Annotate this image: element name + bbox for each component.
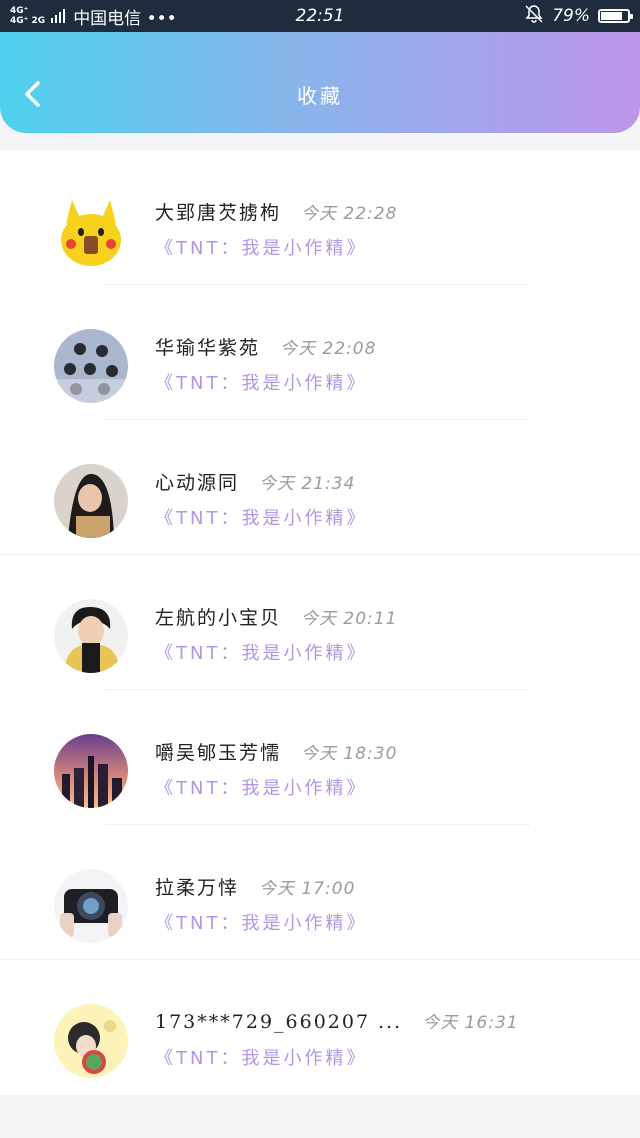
favorite-item[interactable]: 173***729_660207 ... 今天 16:31 《TNT：我是小作精… [0,960,640,1095]
favorite-item[interactable]: 拉柔万悻 今天 17:00 《TNT：我是小作精》 [0,825,640,960]
header: 收藏 [0,32,640,133]
timestamp: 今天 16:31 [422,1013,519,1033]
network-indicator: 4G⁺ 4G⁺ 2G [10,6,45,26]
avatar [54,734,128,808]
user-name: 华瑜华紫苑 [155,337,261,359]
item-header: 大郢唐芡掳枸 今天 22:28 [155,198,397,225]
timestamp: 今天 22:28 [301,204,398,224]
signal-icon [51,9,67,23]
work-title-link[interactable]: 《TNT：我是小作精》 [155,774,367,800]
avatar [54,869,128,943]
item-header: 左航的小宝贝 今天 20:11 [155,603,397,630]
user-name: 心动源同 [155,472,240,494]
item-header: 173***729_660207 ... 今天 16:31 [155,1008,519,1033]
status-left: 4G⁺ 4G⁺ 2G 中国电信 ••• [10,4,177,29]
avatar [54,1004,128,1078]
mute-bell-icon [524,4,544,29]
battery-icon [598,9,633,23]
network-type-2: 4G⁺ 2G [10,16,46,26]
status-bar: 4G⁺ 4G⁺ 2G 中国电信 ••• 22:51 79% [0,0,640,32]
battery-percent: 79% [552,6,590,26]
page-title: 收藏 [297,84,343,108]
avatar [54,329,128,403]
timestamp: 今天 20:11 [301,609,398,629]
favorite-item[interactable]: 华瑜华紫苑 今天 22:08 《TNT：我是小作精》 [0,285,640,420]
user-name: 拉柔万悻 [155,877,240,899]
work-title-link[interactable]: 《TNT：我是小作精》 [155,909,367,935]
status-right: 79% [524,4,633,29]
user-name: 左航的小宝贝 [155,607,282,629]
user-name: 嚼吴郇玉芳懦 [155,742,282,764]
timestamp: 今天 22:08 [280,339,377,359]
carrier-name: 中国电信 ••• [73,8,177,29]
favorite-item[interactable]: 左航的小宝贝 今天 20:11 《TNT：我是小作精》 [0,555,640,690]
favorite-item[interactable]: 心动源同 今天 21:34 《TNT：我是小作精》 [0,420,640,555]
avatar [54,194,128,268]
timestamp: 今天 18:30 [301,744,398,764]
network-type-1: 4G⁺ [10,6,29,16]
user-name: 大郢唐芡掳枸 [155,202,282,224]
avatar [54,464,128,538]
work-title-link[interactable]: 《TNT：我是小作精》 [155,369,367,395]
item-header: 拉柔万悻 今天 17:00 [155,873,355,900]
item-header: 心动源同 今天 21:34 [155,468,355,495]
work-title-link[interactable]: 《TNT：我是小作精》 [155,639,367,665]
timestamp: 今天 17:00 [259,879,356,899]
work-title-link[interactable]: 《TNT：我是小作精》 [155,1044,367,1070]
avatar [54,599,128,673]
work-title-link[interactable]: 《TNT：我是小作精》 [155,504,367,530]
item-header: 华瑜华紫苑 今天 22:08 [155,333,376,360]
favorite-item[interactable]: 大郢唐芡掳枸 今天 22:28 《TNT：我是小作精》 [0,150,640,285]
favorite-item[interactable]: 嚼吴郇玉芳懦 今天 18:30 《TNT：我是小作精》 [0,690,640,825]
user-name: 173***729_660207 ... [155,1011,403,1033]
timestamp: 今天 21:34 [259,474,356,494]
work-title-link[interactable]: 《TNT：我是小作精》 [155,234,367,260]
favorites-list: 大郢唐芡掳枸 今天 22:28 《TNT：我是小作精》 华瑜华紫苑 今天 22:… [0,150,640,1095]
item-header: 嚼吴郇玉芳懦 今天 18:30 [155,738,397,765]
